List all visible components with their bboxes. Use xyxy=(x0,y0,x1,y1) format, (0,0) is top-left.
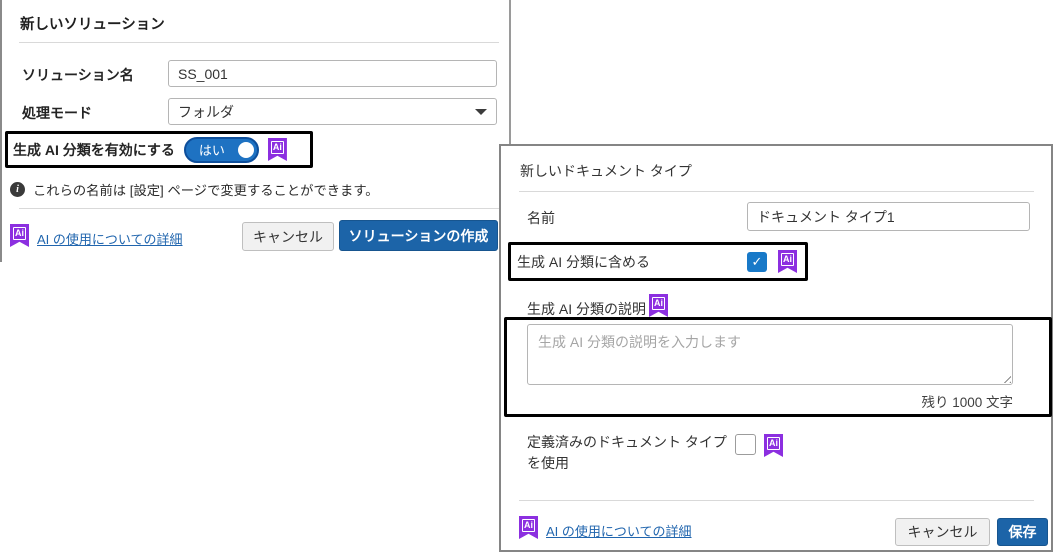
ai-classification-toggle[interactable]: はい xyxy=(183,136,259,163)
ai-description-label: 生成 AI 分類の説明 xyxy=(527,301,647,317)
cancel-button[interactable]: キャンセル xyxy=(895,518,990,546)
include-ai-label: 生成 AI 分類に含める xyxy=(517,253,651,270)
ai-icon: Ai xyxy=(267,138,287,161)
create-solution-button[interactable]: ソリューションの作成 xyxy=(339,220,498,251)
cancel-button[interactable]: キャンセル xyxy=(242,222,334,251)
ai-usage-details-link[interactable]: AI の使用についての詳細 xyxy=(546,521,692,540)
new-document-type-title: 新しいドキュメント タイプ xyxy=(520,163,692,179)
predefined-doc-type-label: 定義済みのドキュメント タイプを使用 xyxy=(527,434,727,471)
save-button[interactable]: 保存 xyxy=(997,518,1048,546)
ai-icon: Ai xyxy=(778,250,797,273)
chevron-down-icon xyxy=(475,108,487,115)
processing-mode-label: 処理モード xyxy=(22,105,92,121)
info-icon: i xyxy=(10,182,25,197)
checkmark-icon: ✓ xyxy=(751,253,763,269)
ai-usage-details-link[interactable]: AI の使用についての詳細 xyxy=(37,229,183,248)
processing-mode-select[interactable]: フォルダ xyxy=(168,98,497,125)
divider xyxy=(519,191,1034,192)
new-document-type-dialog: 新しいドキュメント タイプ 名前 生成 AI 分類に含める ✓ Ai 生成 AI… xyxy=(499,144,1053,552)
ai-toggle-label: 生成 AI 分類を有効にする xyxy=(13,141,175,158)
info-text: これらの名前は [設定] ページで変更することができます。 xyxy=(33,183,379,198)
predefined-doc-type-checkbox[interactable] xyxy=(735,434,756,455)
ai-toggle-highlight-box: 生成 AI 分類を有効にする はい Ai xyxy=(5,131,313,168)
toggle-state-label: はい xyxy=(198,143,225,158)
divider xyxy=(519,500,1034,501)
new-solution-dialog: 新しいソリューション ソリューション名 処理モード フォルダ 生成 AI 分類を… xyxy=(0,0,511,262)
ai-description-field xyxy=(527,324,1013,385)
solution-name-label: ソリューション名 xyxy=(22,67,134,83)
processing-mode-value: フォルダ xyxy=(178,103,234,120)
new-solution-title: 新しいソリューション xyxy=(20,17,165,33)
info-row: i これらの名前は [設定] ページで変更することができます。 xyxy=(10,180,379,199)
include-ai-highlight-box: 生成 AI 分類に含める ✓ Ai xyxy=(508,242,808,281)
ai-description-textarea[interactable] xyxy=(527,324,1013,385)
ai-icon: Ai xyxy=(519,516,538,539)
ai-icon: Ai xyxy=(764,434,783,457)
ai-icon: Ai xyxy=(10,224,29,247)
toggle-knob xyxy=(237,141,254,158)
ai-icon: Ai xyxy=(649,294,668,317)
divider xyxy=(19,42,499,43)
doc-name-label: 名前 xyxy=(527,210,555,226)
solution-name-input[interactable] xyxy=(168,60,497,87)
include-ai-checkbox[interactable]: ✓ xyxy=(747,251,767,272)
characters-remaining: 残り 1000 文字 xyxy=(921,395,1013,410)
canvas: 新しいソリューション ソリューション名 処理モード フォルダ 生成 AI 分類を… xyxy=(0,0,1053,558)
doc-name-input[interactable] xyxy=(747,202,1030,231)
divider xyxy=(19,208,506,209)
